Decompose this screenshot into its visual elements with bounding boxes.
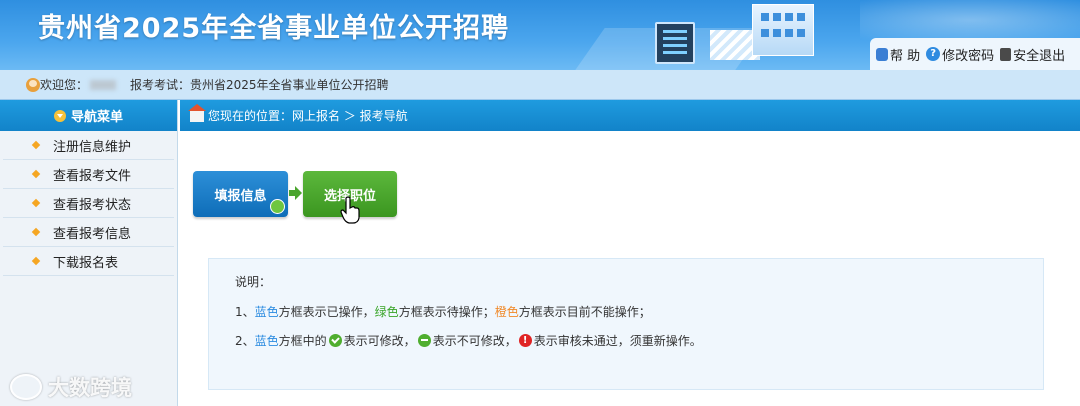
sidebar-item-label: 注册信息维护 — [53, 139, 132, 155]
sidebar-item-download-form[interactable]: 下载报名表 — [3, 247, 174, 276]
lock-icon — [876, 47, 888, 61]
instruction-text: 表示可修改， — [343, 334, 416, 348]
watermark-logo-icon — [10, 374, 42, 400]
exit-icon — [1000, 47, 1012, 61]
sidebar-title: 导航菜单 — [70, 110, 123, 125]
arrow-right-icon — [289, 186, 302, 200]
help-link[interactable]: 帮 助 — [876, 45, 920, 64]
sidebar-item-registration[interactable]: 注册信息维护 — [3, 131, 174, 160]
breadcrumb-text: 您现在的位置：网上报名 ＞ 报考导航 — [208, 109, 408, 123]
instruction-text: 方框表示目前不能操作； — [518, 305, 651, 319]
header-banner: 贵州省2025年全省事业单位公开招聘 帮 助 ? 修改密码 安全退出 — [0, 0, 1080, 70]
minus-circle-icon — [417, 334, 431, 347]
help-label: 帮 助 — [890, 48, 921, 64]
hand-cursor-icon — [340, 196, 360, 224]
exam-label: 报考考试：贵州省2025年全省事业单位公开招聘 — [130, 78, 389, 92]
check-icon — [270, 199, 285, 214]
sidebar-item-label: 查看报考状态 — [53, 197, 132, 213]
change-password-label: 修改密码 — [942, 48, 995, 64]
bullet-icon — [31, 256, 41, 266]
instruction-line-2: 2、 蓝色 方框中的 表示可修改， 表示不可修改， 表示审核未通过，须重新操作。 — [235, 332, 702, 349]
exclamation-circle-icon — [518, 334, 532, 347]
watermark: 大数跨境 — [10, 372, 132, 402]
banner-screen-graphic — [655, 22, 695, 64]
blue-text: 蓝色 — [254, 305, 279, 319]
redacted-username — [90, 79, 117, 90]
green-text: 绿色 — [374, 305, 399, 319]
sidebar-item-exam-files[interactable]: 查看报考文件 — [3, 160, 174, 189]
help-icon: ? — [926, 47, 941, 61]
check-circle-icon — [328, 334, 342, 347]
breadcrumb: 您现在的位置：网上报名 ＞ 报考导航 — [180, 100, 1080, 131]
instructions-title: 说明： — [235, 275, 272, 289]
logout-link[interactable]: 安全退出 — [1000, 45, 1065, 64]
user-info-bar: 欢迎您： 报考考试：贵州省2025年全省事业单位公开招聘 — [0, 70, 1080, 100]
blue-text: 蓝色 — [254, 334, 279, 348]
logout-label: 安全退出 — [1013, 48, 1066, 64]
sidebar-item-label: 下载报名表 — [53, 255, 119, 271]
change-password-link[interactable]: ? 修改密码 — [926, 45, 994, 64]
instruction-line-1: 1、 蓝色 方框表示已操作， 绿色 方框表示待操作； 橙色 方框表示目前不能操作… — [235, 303, 651, 320]
fill-info-button[interactable]: 填报信息 — [193, 171, 288, 217]
instruction-text: 方框中的 — [278, 334, 327, 348]
instruction-text: 方框表示待操作； — [398, 305, 495, 319]
sidebar-item-exam-status[interactable]: 查看报考状态 — [3, 189, 174, 218]
line-number: 1、 — [235, 305, 255, 319]
chevron-down-icon — [53, 109, 66, 122]
bullet-icon — [31, 227, 41, 237]
line-number: 2、 — [235, 334, 255, 348]
top-links: 帮 助 ? 修改密码 安全退出 — [870, 38, 1080, 70]
sidebar-item-label: 查看报考文件 — [53, 168, 132, 184]
banner-glow — [860, 0, 1080, 40]
welcome-label: 欢迎您： — [40, 78, 89, 92]
home-icon — [188, 103, 206, 122]
sidebar-item-exam-info[interactable]: 查看报考信息 — [3, 218, 174, 247]
sidebar-item-label: 查看报考信息 — [53, 226, 132, 242]
banner-building-graphic — [752, 4, 814, 56]
instruction-text: 表示不可修改， — [432, 334, 517, 348]
bullet-icon — [31, 140, 41, 150]
user-avatar-icon — [26, 77, 40, 92]
orange-text: 橙色 — [494, 305, 519, 319]
instruction-text: 表示审核未通过，须重新操作。 — [533, 334, 702, 348]
instruction-text: 方框表示已操作， — [278, 305, 375, 319]
bullet-icon — [31, 169, 41, 179]
sidebar: 导航菜单 注册信息维护 查看报考文件 查看报考状态 查看报考信息 下载报名表 — [0, 100, 178, 406]
site-title: 贵州省2025年全省事业单位公开招聘 — [38, 13, 510, 44]
bullet-icon — [31, 198, 41, 208]
fill-info-label: 填报信息 — [214, 188, 267, 204]
instructions-box: 说明： 1、 蓝色 方框表示已操作， 绿色 方框表示待操作； 橙色 方框表示目前… — [208, 258, 1044, 390]
sidebar-header: 导航菜单 — [0, 100, 177, 131]
watermark-text: 大数跨境 — [48, 376, 132, 400]
